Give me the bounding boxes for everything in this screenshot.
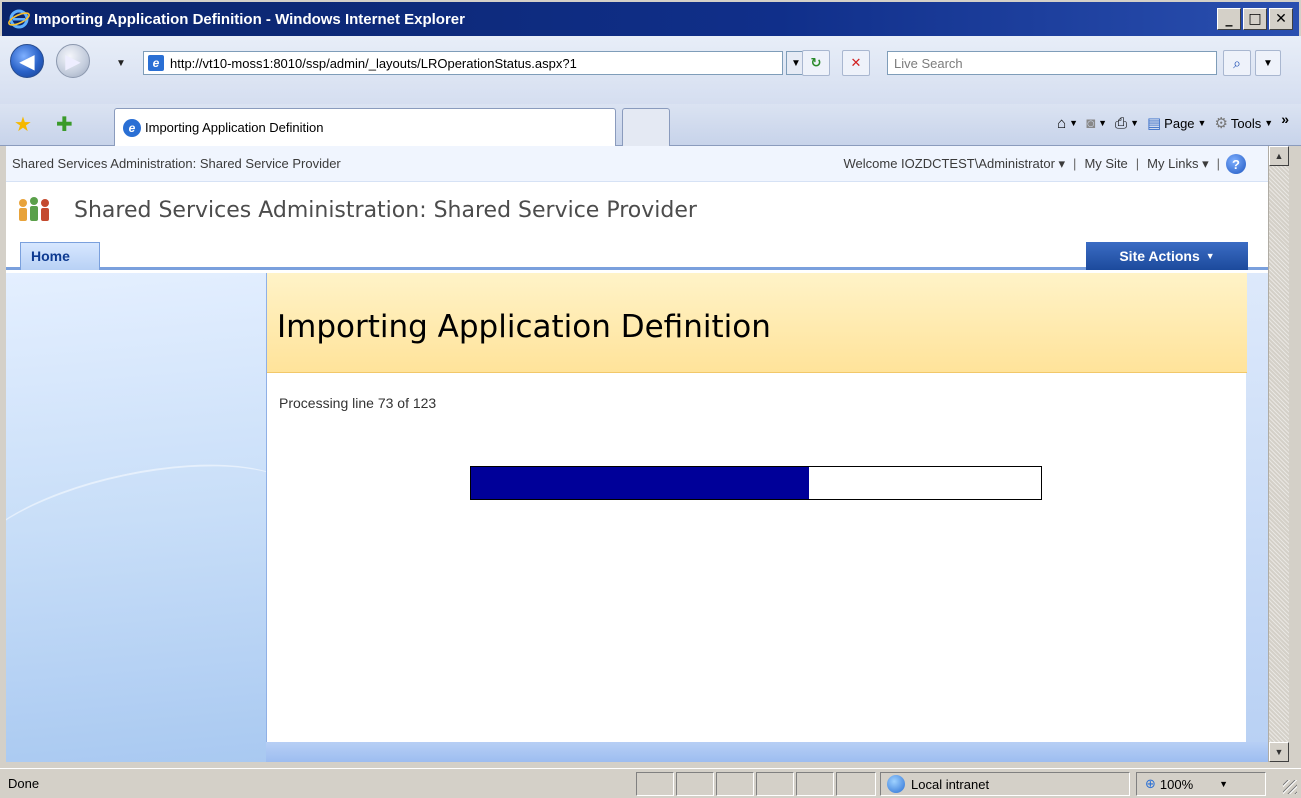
progress-bar bbox=[470, 466, 1042, 500]
page-icon: e bbox=[148, 55, 164, 71]
status-bar: Done Local intranet ⊕ 100% ▼ bbox=[0, 768, 1301, 798]
status-segment bbox=[716, 772, 754, 796]
print-button[interactable]: ⎙ ▼ bbox=[1115, 115, 1139, 132]
resize-grip[interactable] bbox=[1283, 780, 1297, 794]
site-actions-label: Site Actions bbox=[1119, 248, 1200, 264]
chevron-down-icon[interactable]: ▼ bbox=[1069, 118, 1078, 128]
back-button[interactable]: ◀ bbox=[10, 44, 44, 78]
tools-menu[interactable]: ⚙ Tools ▼ bbox=[1214, 114, 1273, 132]
feeds-button[interactable]: ◙ ▼ bbox=[1086, 115, 1107, 132]
vertical-scrollbar[interactable]: ▲ ▼ bbox=[1268, 146, 1289, 762]
separator: | bbox=[1216, 156, 1220, 171]
status-segment bbox=[836, 772, 876, 796]
more-commands-chevron[interactable]: » bbox=[1281, 111, 1289, 127]
gear-icon: ⚙ bbox=[1214, 115, 1228, 132]
scroll-up-button[interactable]: ▲ bbox=[1269, 146, 1289, 166]
progress-fill bbox=[471, 467, 810, 499]
page-icon: ▤ bbox=[1146, 115, 1162, 132]
refresh-button[interactable]: ↻ bbox=[802, 50, 830, 76]
security-zone[interactable]: Local intranet bbox=[880, 772, 1130, 796]
right-border-strip bbox=[1246, 273, 1268, 742]
window-title: Importing Application Definition - Windo… bbox=[34, 10, 465, 28]
site-header: Shared Services Administration: Shared S… bbox=[6, 182, 1268, 234]
close-window-button[interactable]: ✕ bbox=[1269, 8, 1293, 30]
people-logo-icon bbox=[19, 197, 49, 221]
home-button[interactable]: ⌂ ▼ bbox=[1057, 115, 1078, 132]
address-toolbar: ◀ ▶ ▼ e http://vt10-moss1:8010/ssp/admin… bbox=[0, 36, 1301, 104]
site-actions-button[interactable]: Site Actions ▼ bbox=[1086, 242, 1248, 270]
status-segment bbox=[756, 772, 794, 796]
progress-status-text: Processing line 73 of 123 bbox=[279, 395, 437, 411]
zone-label: Local intranet bbox=[911, 776, 990, 792]
tab-bar: ★ ✚ e Importing Application Definition ⌂… bbox=[0, 104, 1301, 146]
zoom-icon: ⊕ bbox=[1145, 776, 1156, 791]
top-navigation: Home Site Actions ▼ bbox=[6, 234, 1268, 270]
address-bar[interactable]: e http://vt10-moss1:8010/ssp/admin/_layo… bbox=[143, 51, 783, 75]
forward-button[interactable]: ▶ bbox=[56, 44, 90, 78]
bottom-border-strip bbox=[266, 742, 1268, 762]
forward-arrow-icon: ▶ bbox=[65, 50, 81, 73]
tab-title: Importing Application Definition bbox=[145, 120, 324, 135]
add-favorites-icon[interactable]: ✚ bbox=[56, 112, 73, 137]
chevron-down-icon: ▼ bbox=[1197, 118, 1207, 128]
tab-home[interactable]: Home bbox=[20, 242, 100, 270]
chevron-down-icon: ▼ bbox=[1219, 779, 1229, 789]
separator: | bbox=[1073, 156, 1077, 171]
back-arrow-icon: ◀ bbox=[19, 50, 35, 73]
command-bar: ⌂ ▼ ◙ ▼ ⎙ ▼ ▤ Page ▼ ⚙ Tools ▼ » bbox=[1057, 111, 1289, 132]
feeds-icon: ◙ bbox=[1086, 114, 1096, 132]
page-menu[interactable]: ▤ Page ▼ bbox=[1147, 114, 1206, 132]
new-tab-button[interactable] bbox=[622, 108, 670, 146]
home-icon: ⌂ bbox=[1057, 114, 1067, 132]
welcome-menu[interactable]: Welcome IOZDCTEST\Administrator ▾ bbox=[843, 156, 1065, 172]
ie-logo-icon bbox=[8, 9, 30, 29]
stop-icon: ✕ bbox=[850, 55, 862, 70]
scroll-down-button[interactable]: ▼ bbox=[1269, 742, 1289, 762]
status-segment bbox=[796, 772, 834, 796]
print-icon: ⎙ bbox=[1115, 114, 1128, 132]
global-links-bar: Shared Services Administration: Shared S… bbox=[6, 146, 1268, 182]
zoom-control[interactable]: ⊕ 100% ▼ bbox=[1136, 772, 1266, 796]
site-title[interactable]: Shared Services Administration: Shared S… bbox=[74, 198, 697, 223]
page-title-banner: Importing Application Definition bbox=[267, 273, 1247, 373]
status-segment bbox=[636, 772, 674, 796]
welcome-label: Welcome IOZDCTEST\Administrator bbox=[843, 156, 1055, 171]
favorites-star-icon[interactable]: ★ bbox=[14, 112, 32, 137]
search-button[interactable]: ⌕ bbox=[1223, 50, 1251, 76]
search-icon: ⌕ bbox=[1233, 54, 1241, 71]
chevron-down-icon: ▼ bbox=[1264, 118, 1274, 128]
tab-ie-icon: e bbox=[123, 118, 141, 137]
main-content: Importing Application Definition Process… bbox=[266, 273, 1247, 742]
page-viewport: Shared Services Administration: Shared S… bbox=[6, 146, 1268, 762]
my-links-menu[interactable]: My Links ▾ bbox=[1147, 156, 1208, 172]
minimize-button[interactable]: _ bbox=[1217, 8, 1241, 30]
page-title: Importing Application Definition bbox=[277, 309, 771, 345]
refresh-icon: ↻ bbox=[810, 55, 822, 70]
zoom-level: 100% bbox=[1159, 776, 1194, 792]
tools-menu-label: Tools bbox=[1230, 115, 1262, 131]
window-title-bar: Importing Application Definition - Windo… bbox=[0, 0, 1301, 36]
chevron-down-icon[interactable]: ▼ bbox=[1130, 118, 1139, 128]
intranet-globe-icon bbox=[887, 775, 905, 793]
search-input[interactable]: Live Search bbox=[887, 51, 1217, 75]
address-url: http://vt10-moss1:8010/ssp/admin/_layout… bbox=[170, 55, 577, 71]
breadcrumb[interactable]: Shared Services Administration: Shared S… bbox=[12, 156, 341, 171]
chevron-down-icon: ▼ bbox=[1205, 251, 1215, 261]
my-site-link[interactable]: My Site bbox=[1084, 156, 1127, 172]
help-icon[interactable]: ? bbox=[1226, 154, 1246, 174]
search-options-button[interactable]: ▼ bbox=[1255, 50, 1281, 76]
chevron-down-icon[interactable]: ▼ bbox=[1098, 118, 1107, 128]
separator: | bbox=[1135, 156, 1140, 171]
tab-active[interactable]: e Importing Application Definition bbox=[114, 108, 616, 146]
maximize-button[interactable]: □ bbox=[1243, 8, 1267, 30]
status-segment bbox=[676, 772, 714, 796]
history-dropdown-icon[interactable]: ▼ bbox=[116, 58, 126, 69]
left-navigation-pane bbox=[6, 273, 266, 762]
page-menu-label: Page bbox=[1164, 115, 1195, 131]
stop-button[interactable]: ✕ bbox=[842, 50, 870, 76]
status-text: Done bbox=[8, 776, 40, 791]
my-links-label: My Links bbox=[1147, 156, 1199, 171]
